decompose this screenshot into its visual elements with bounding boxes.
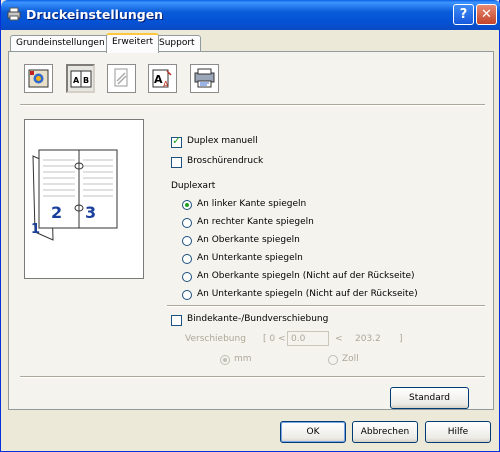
radio-bottom-edge-no-back-label: An Unterkante spiegeln (Nicht auf der Rü… (197, 289, 418, 299)
offset-input[interactable]: 0.0 (287, 331, 329, 346)
help-button[interactable]: Hilfe (425, 421, 491, 443)
svg-text:A: A (154, 73, 163, 86)
radio-right-edge[interactable] (182, 218, 192, 228)
radio-bottom-edge-label: An Unterkante spiegeln (197, 253, 303, 263)
radio-top-edge[interactable] (182, 236, 192, 246)
title-help-button[interactable]: ? (453, 4, 474, 25)
checkmark-icon: ✓ (172, 134, 182, 147)
preview-page-left: 2 (51, 203, 63, 222)
offset-range-max: 203.2 (355, 334, 381, 344)
cancel-button[interactable]: Abbrechen (352, 421, 418, 443)
duplex-icon: A B (70, 70, 92, 88)
duplex-preview: 2 3 1 (24, 119, 144, 279)
binding-separator (167, 305, 485, 307)
device-options-button[interactable] (190, 64, 219, 93)
offset-label: Verschiebung (185, 334, 246, 344)
duplex-button[interactable]: A B (66, 64, 95, 93)
radio-left-edge-label: An linker Kante spiegeln (197, 199, 307, 209)
page-setting-button[interactable]: A A (148, 64, 177, 93)
tab-support[interactable]: Support (153, 35, 201, 52)
radio-right-edge-label: An rechter Kante spiegeln (197, 217, 314, 227)
unit-inch-radio[interactable] (328, 355, 338, 365)
booklet-illustration (32, 149, 118, 241)
print-quality-icon (28, 69, 49, 88)
radio-left-edge[interactable] (182, 200, 192, 210)
tab-erweitert[interactable]: Erweitert (106, 33, 160, 53)
radio-top-edge-no-back-label: An Oberkante spiegeln (Nicht auf der Rüc… (197, 271, 415, 281)
tab-grundeinstellungen[interactable]: Grundeinstellungen (10, 35, 111, 52)
duplex-manual-label: Duplex manuell (187, 136, 258, 146)
radio-top-edge-no-back[interactable] (182, 272, 192, 282)
offset-range-close: ] (399, 334, 403, 344)
binding-offset-checkbox[interactable] (171, 315, 182, 326)
unit-mm-radio[interactable] (220, 355, 230, 365)
watermark-icon (114, 68, 128, 87)
svg-text:A: A (73, 76, 80, 85)
offset-range-mid: < (335, 334, 343, 344)
unit-mm-label: mm (234, 354, 252, 364)
watermark-button[interactable] (107, 64, 136, 93)
footer-separator (20, 376, 485, 378)
title-bar: Druckeinstellungen ? ✕ (1, 0, 500, 30)
print-settings-window: Druckeinstellungen ? ✕ Grundeinstellunge… (0, 0, 500, 452)
duplex-type-heading: Duplexart (171, 181, 216, 191)
title-close-button[interactable]: ✕ (476, 4, 497, 25)
preview-page-back: 1 (31, 222, 41, 237)
unit-inch-label: Zoll (342, 354, 359, 364)
radio-bottom-edge[interactable] (182, 254, 192, 264)
standard-button[interactable]: Standard (390, 387, 469, 409)
page-setting-icon: A A (152, 69, 172, 89)
duplex-manual-checkbox[interactable]: ✓ (171, 134, 182, 148)
radio-top-edge-label: An Oberkante spiegeln (197, 235, 300, 245)
device-options-icon (194, 68, 215, 88)
booklet-label: Broschürendruck (187, 156, 264, 166)
svg-text:A: A (163, 80, 169, 89)
ok-button[interactable]: OK (280, 421, 346, 443)
binding-offset-label: Bindekante-/Bundverschiebung (187, 314, 329, 324)
toolbar-separator (20, 104, 485, 106)
preview-page-right: 3 (85, 203, 97, 222)
svg-text:B: B (83, 76, 89, 85)
window-title: Druckeinstellungen (26, 7, 164, 22)
print-quality-button[interactable] (24, 64, 53, 93)
printer-icon (7, 7, 21, 21)
radio-bottom-edge-no-back[interactable] (182, 290, 192, 300)
booklet-checkbox[interactable] (171, 157, 182, 168)
offset-range-open: [ 0 < (263, 334, 286, 344)
